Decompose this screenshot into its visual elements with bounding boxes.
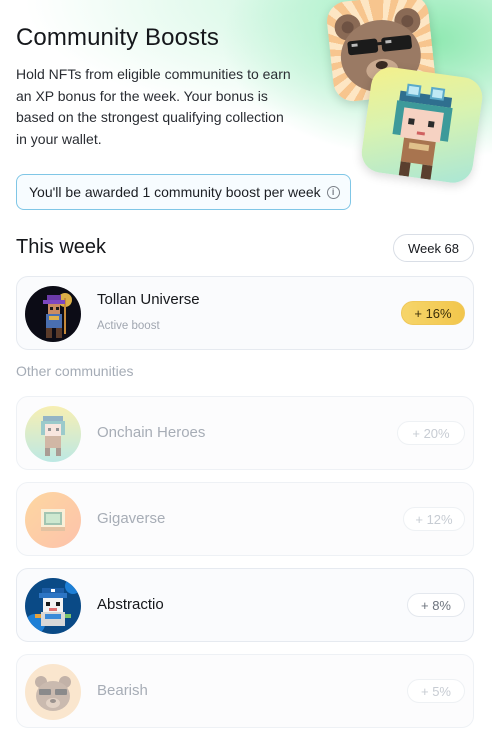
this-week-heading: This week: [16, 236, 107, 258]
active-boost-label: Active boost: [97, 320, 160, 332]
community-card-abstractio[interactable]: Abstractio + 8%: [16, 568, 474, 642]
community-card-bearish[interactable]: Bearish + 5%: [16, 654, 474, 728]
boost-badge: + 12%: [403, 507, 465, 531]
community-name: Gigaverse: [97, 510, 166, 527]
active-community-card[interactable]: Tollan Universe Active boost + 16%: [16, 276, 474, 350]
community-name: Abstractio: [97, 596, 164, 613]
gigaverse-avatar: [25, 492, 81, 548]
award-notice-text: You'll be awarded 1 community boost per …: [29, 184, 321, 200]
community-name: Onchain Heroes: [97, 424, 206, 441]
page-title: Community Boosts: [16, 24, 219, 51]
other-communities-heading: Other communities: [16, 363, 134, 379]
boost-badge: + 5%: [407, 679, 465, 703]
abstractio-avatar: [25, 578, 81, 634]
boost-badge: + 20%: [397, 421, 465, 445]
award-notice: You'll be awarded 1 community boost per …: [16, 174, 351, 210]
boost-badge: + 16%: [401, 301, 465, 325]
hero-character-artwork: [359, 64, 485, 186]
info-icon[interactable]: i: [326, 185, 340, 199]
community-card-onchain-heroes[interactable]: Onchain Heroes + 20%: [16, 396, 474, 470]
tollan-universe-avatar: [25, 286, 81, 342]
week-badge: Week 68: [393, 234, 474, 262]
bearish-avatar: [25, 664, 81, 720]
boost-badge: + 8%: [407, 593, 465, 617]
community-name: Bearish: [97, 682, 148, 699]
community-card-gigaverse[interactable]: Gigaverse + 12%: [16, 482, 474, 556]
onchain-heroes-avatar: [25, 406, 81, 462]
page-description: Hold NFTs from eligible communities to e…: [16, 66, 291, 147]
community-name: Tollan Universe: [97, 291, 200, 308]
